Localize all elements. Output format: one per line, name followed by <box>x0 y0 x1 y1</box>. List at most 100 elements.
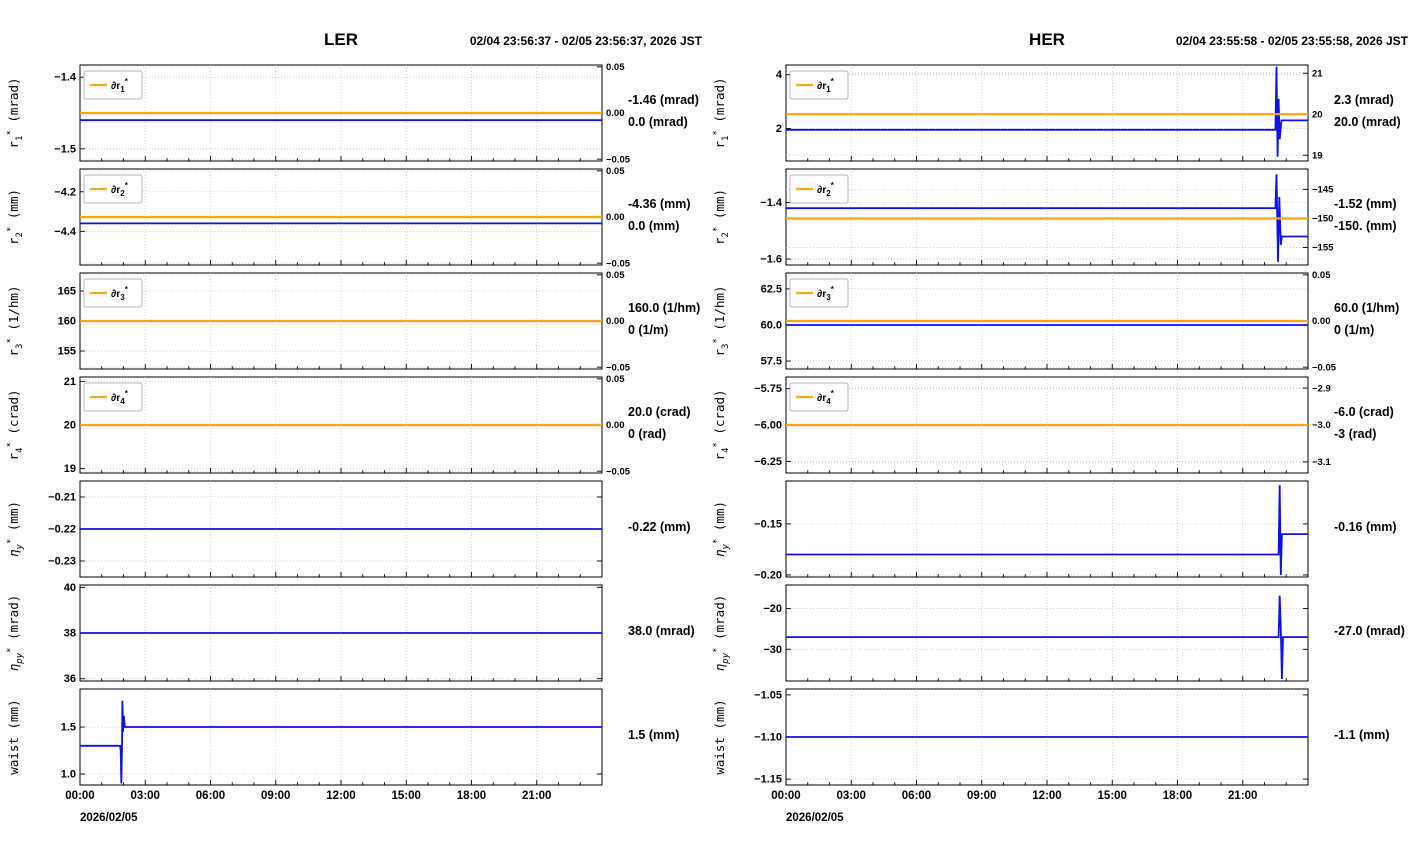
legend: ∂r4* <box>789 382 849 412</box>
left-tick-label: 21 <box>64 376 76 388</box>
left-tick-label: −1.5 <box>54 143 76 155</box>
panel-waist: 1.5 1.0 waist (mm) 1.5 (mm) 00:00 03:00 06:00 0… <box>6 688 679 824</box>
y-axis-label: r1* (mrad) <box>712 77 731 148</box>
value-label-blue: 160.0 (1/hm) <box>628 301 700 315</box>
right-tick-label: 19 <box>1312 150 1323 161</box>
value-label-orange: -3 (rad) <box>1334 427 1376 441</box>
left-tick-label: −1.15 <box>754 774 782 786</box>
y-axis-label: waist (mm) <box>6 699 21 774</box>
value-label-blue: -1.52 (mm) <box>1334 197 1397 211</box>
left-tick-label: 38 <box>64 628 76 640</box>
right-tick-label: −155 <box>1312 243 1334 254</box>
right-tick-label: 0.05 <box>606 166 625 177</box>
left-tick-label: −1.05 <box>754 689 782 701</box>
x-tick-label: 06:00 <box>902 790 931 802</box>
value-label-blue: -1.46 (mrad) <box>628 93 699 107</box>
legend: ∂r1* <box>789 70 849 100</box>
right-tick-label: 0.05 <box>606 62 625 73</box>
left-tick-label: 4 <box>776 69 783 81</box>
panel-waist: −1.05 −1.10 −1.15 waist (mm) -1.1 (mm) 00:00 0… <box>712 688 1390 824</box>
x-tick-label: 09:00 <box>261 790 290 802</box>
x-tick-label: 00:00 <box>65 790 94 802</box>
panel-r4: 21 20 19 0.05 0.00 −0.05 r4* (crad) ∂r4* 20.0 (c… <box>6 374 691 477</box>
right-tick-label: −145 <box>1312 185 1334 196</box>
x-tick-label: 12:00 <box>1032 790 1061 802</box>
legend: ∂r3* <box>789 278 849 308</box>
right-tick-label: 0.00 <box>606 212 625 223</box>
value-label-orange: 20.0 (mrad) <box>1334 115 1401 129</box>
x-tick-label: 21:00 <box>1228 790 1257 802</box>
y-axis-label: r4* (crad) <box>712 389 731 460</box>
y-axis-label: ηy* (mm) <box>712 501 731 557</box>
left-tick-label: −4.4 <box>54 226 77 238</box>
x-tick-label: 03:00 <box>837 790 866 802</box>
left-tick-label: 155 <box>58 346 76 358</box>
left-tick-label: 62.5 <box>761 283 782 295</box>
legend: ∂r3* <box>83 278 143 308</box>
right-tick-label: 0.00 <box>1312 316 1331 327</box>
y-axis-label: r4* (crad) <box>6 389 25 460</box>
left-tick-label: −0.23 <box>48 556 76 568</box>
value-label-orange: 0 (rad) <box>628 427 666 441</box>
legend: ∂r4* <box>83 382 143 412</box>
left-tick-label: −0.15 <box>754 518 782 530</box>
x-tick-label: 18:00 <box>1163 790 1192 802</box>
left-tick-label: −5.75 <box>754 383 782 395</box>
legend: ∂r2* <box>83 174 143 204</box>
value-label-blue: -1.1 (mm) <box>1334 728 1390 742</box>
column-header: LER 02/04 23:56:37 - 02/05 23:56:37, 2026… <box>0 0 706 62</box>
x-tick-label: 09:00 <box>967 790 996 802</box>
value-label-blue: -6.0 (crad) <box>1334 405 1394 419</box>
value-label-orange: 0.0 (mm) <box>628 219 679 233</box>
time-range-label: 02/04 23:55:58 - 02/05 23:55:58, 2026 JS… <box>1175 34 1408 48</box>
value-label-blue: 60.0 (1/hm) <box>1334 301 1399 315</box>
y-axis-label: waist (mm) <box>712 699 727 774</box>
left-tick-label: 1.5 <box>61 722 76 734</box>
left-tick-label: −0.20 <box>754 569 782 581</box>
column-her: HER 02/04 23:55:58 - 02/05 23:55:58, 2026… <box>706 0 1412 826</box>
x-tick-label: 03:00 <box>131 790 160 802</box>
value-label-blue: -0.22 (mm) <box>628 520 691 534</box>
right-tick-label: 0.00 <box>606 316 625 327</box>
left-tick-label: −30 <box>763 644 782 656</box>
left-tick-label: −20 <box>763 603 782 615</box>
left-tick-label: 36 <box>64 673 76 685</box>
legend: ∂r2* <box>789 174 849 204</box>
y-axis-label: ηy* (mm) <box>6 501 25 557</box>
right-tick-label: −3.0 <box>1312 420 1331 431</box>
panel-r1: −1.4 −1.5 0.05 0.00 −0.05 r1* (mrad) ∂r1* -1.46… <box>6 62 699 165</box>
right-tick-label: −0.05 <box>606 466 631 477</box>
right-tick-label: 0.00 <box>606 108 625 119</box>
date-label: 2026/02/05 <box>80 812 138 824</box>
y-axis-label: r3* (1/hm) <box>712 285 731 356</box>
left-tick-label: −0.22 <box>48 524 76 536</box>
left-tick-label: 2 <box>776 123 782 135</box>
right-tick-label: 21 <box>1312 68 1323 79</box>
right-tick-label: −0.05 <box>606 258 631 269</box>
left-tick-label: −1.10 <box>754 732 782 744</box>
left-tick-label: −4.2 <box>54 186 76 198</box>
right-tick-label: 0.05 <box>1312 270 1331 281</box>
panel-r2: −1.4 −1.6 −145 −150 −155 r2* (mm) ∂r2* -1.52 (m… <box>712 168 1397 266</box>
left-tick-label: −1.6 <box>760 254 782 266</box>
panel-eta-py: −20 −30 ηpy* (mrad) -27.0 (mrad) <box>712 584 1405 682</box>
panel-eta-y: −0.21 −0.22 −0.23 ηy* (mm) -0.22 (mm) <box>6 480 691 578</box>
value-label-blue: -4.36 (mm) <box>628 197 691 211</box>
left-tick-label: 1.0 <box>61 769 76 781</box>
panel-eta-py: 40 38 36 ηpy* (mrad) 38.0 (mrad) <box>6 582 695 685</box>
value-label-blue: 38.0 (mrad) <box>628 624 695 638</box>
right-tick-label: 0.05 <box>606 270 625 281</box>
right-tick-label: 20 <box>1312 109 1323 120</box>
value-label-blue: 1.5 (mm) <box>628 728 679 742</box>
y-axis-label: r3* (1/hm) <box>6 285 25 356</box>
right-tick-label: −0.05 <box>1312 362 1337 373</box>
left-tick-label: 20 <box>64 420 76 432</box>
panel-eta-y: −0.15 −0.20 ηy* (mm) -0.16 (mm) <box>712 480 1397 581</box>
left-tick-label: 60.0 <box>761 319 782 331</box>
column-ler: LER 02/04 23:56:37 - 02/05 23:56:37, 2026… <box>0 0 706 826</box>
x-tick-label: 15:00 <box>1098 790 1127 802</box>
left-tick-label: 19 <box>64 463 76 475</box>
y-axis-label: ηpy* (mrad) <box>6 595 25 671</box>
left-tick-label: 165 <box>58 286 76 298</box>
legend: ∂r1* <box>83 70 143 100</box>
